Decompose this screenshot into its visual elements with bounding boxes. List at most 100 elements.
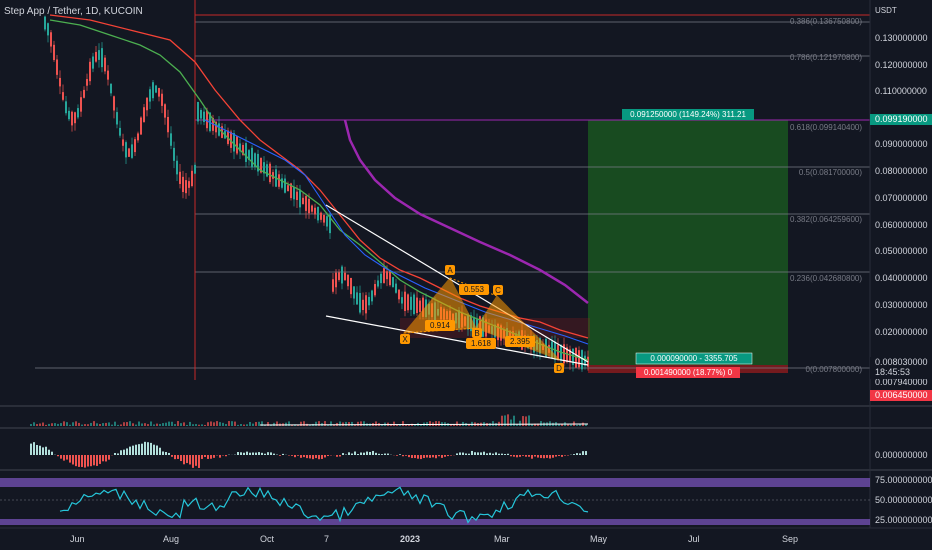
- macd-bar: [162, 451, 164, 455]
- volume-bar: [363, 421, 365, 426]
- macd-bar: [435, 455, 437, 459]
- macd-bar: [489, 452, 491, 455]
- macd-bar: [177, 455, 179, 459]
- macd-bar: [468, 453, 470, 455]
- macd-bar: [150, 442, 152, 455]
- macd-bar: [138, 444, 140, 455]
- macd-bar: [102, 455, 104, 462]
- fib-label-0382: 0.382(0.064259600): [790, 215, 862, 224]
- macd-bar: [510, 455, 512, 457]
- macd-bar: [363, 452, 365, 455]
- volume-bar: [216, 421, 218, 426]
- macd-bar: [57, 455, 59, 457]
- volume-bar: [120, 424, 122, 426]
- macd-bar: [540, 455, 542, 459]
- volume-bar: [105, 422, 107, 426]
- volume-bar: [375, 421, 377, 426]
- volume-bar: [129, 421, 131, 426]
- volume-bar: [222, 422, 224, 426]
- volume-bar: [519, 420, 521, 426]
- macd-bar: [42, 447, 44, 455]
- macd-bar: [519, 455, 521, 457]
- macd-bar: [528, 455, 530, 457]
- current-price: 0.008030000: [875, 357, 928, 367]
- macd-bar: [51, 451, 53, 455]
- time-label-sep: Sep: [782, 534, 798, 544]
- volume-bar: [345, 421, 347, 426]
- volume-bar: [243, 424, 245, 426]
- volume-bar: [114, 421, 116, 426]
- rsi-tick-50: 50.000000000: [875, 495, 932, 505]
- macd-bar: [156, 445, 158, 455]
- macd-bar: [423, 455, 425, 459]
- macd-bar: [402, 455, 404, 457]
- price-chart[interactable]: 0.386(0.136750800) 0.786(0.121970800) 0.…: [0, 0, 932, 550]
- macd-bar: [357, 453, 359, 455]
- macd-bar: [48, 449, 50, 455]
- volume-bar: [99, 424, 101, 426]
- macd-bar: [219, 455, 221, 458]
- macd-bar: [321, 455, 323, 459]
- price-tick: 0.110000000: [875, 86, 927, 96]
- volume-bar: [150, 421, 152, 426]
- ratio-ac: 0.553: [464, 285, 485, 294]
- volume-bar: [108, 422, 110, 426]
- macd-bar: [537, 455, 539, 458]
- volume-bar: [33, 422, 35, 426]
- macd-bar: [456, 453, 458, 455]
- macd-bar: [372, 450, 374, 455]
- volume-bar: [315, 421, 317, 426]
- volume-bar: [393, 421, 395, 426]
- macd-bar: [441, 455, 443, 458]
- volume-bar: [576, 424, 578, 426]
- volume-bar: [138, 421, 140, 426]
- macd-bar: [189, 455, 191, 465]
- macd-bar: [384, 453, 386, 455]
- volume-bar: [570, 424, 572, 426]
- macd-histogram: [30, 441, 587, 468]
- macd-bar: [426, 455, 428, 458]
- macd-bar: [255, 452, 257, 455]
- macd-bar: [117, 453, 119, 455]
- macd-bar: [486, 453, 488, 455]
- volume-bar: [225, 423, 227, 426]
- fib-label-0786: 0.786(0.121970800): [790, 53, 862, 62]
- macd-bar: [66, 455, 68, 460]
- fib-label-0386: 0.386(0.136750800): [790, 17, 862, 26]
- macd-bar: [81, 455, 83, 467]
- volume-bar: [510, 419, 512, 426]
- macd-bar: [492, 453, 494, 455]
- macd-bar: [411, 455, 413, 459]
- macd-bar: [477, 452, 479, 455]
- volume-bar: [42, 422, 44, 426]
- macd-bar: [60, 455, 62, 459]
- macd-bar: [309, 455, 311, 459]
- pattern-point-x: X: [402, 335, 408, 344]
- volume-bar: [81, 424, 83, 426]
- rsi-overbought-band: [0, 478, 870, 487]
- macd-bar: [282, 453, 284, 455]
- volume-bar: [183, 422, 185, 426]
- macd-bar: [258, 452, 260, 455]
- volume-bar: [456, 421, 458, 426]
- macd-bar: [213, 455, 215, 458]
- macd-bar: [318, 455, 320, 460]
- price-axis[interactable]: 0.130000000 0.120000000 0.110000000 0.09000…: [875, 33, 928, 387]
- volume-bar: [210, 421, 212, 426]
- macd-bar: [465, 453, 467, 455]
- macd-bar: [342, 453, 344, 455]
- volume-bar: [174, 424, 176, 426]
- macd-bar: [63, 455, 65, 461]
- macd-bar: [225, 455, 227, 457]
- volume-bar: [132, 423, 134, 426]
- price-tick: 0.060000000: [875, 220, 928, 230]
- macd-bar: [405, 455, 407, 456]
- volume-bar: [93, 421, 95, 426]
- macd-bar: [549, 455, 551, 459]
- time-axis[interactable]: Jun Aug Oct 7 2023 Mar May Jul Sep: [70, 534, 798, 544]
- volume-bar: [435, 421, 437, 426]
- time-label-2023: 2023: [400, 534, 420, 544]
- price-tick: 0.050000000: [875, 246, 928, 256]
- macd-bar: [174, 455, 176, 460]
- macd-bar: [369, 451, 371, 455]
